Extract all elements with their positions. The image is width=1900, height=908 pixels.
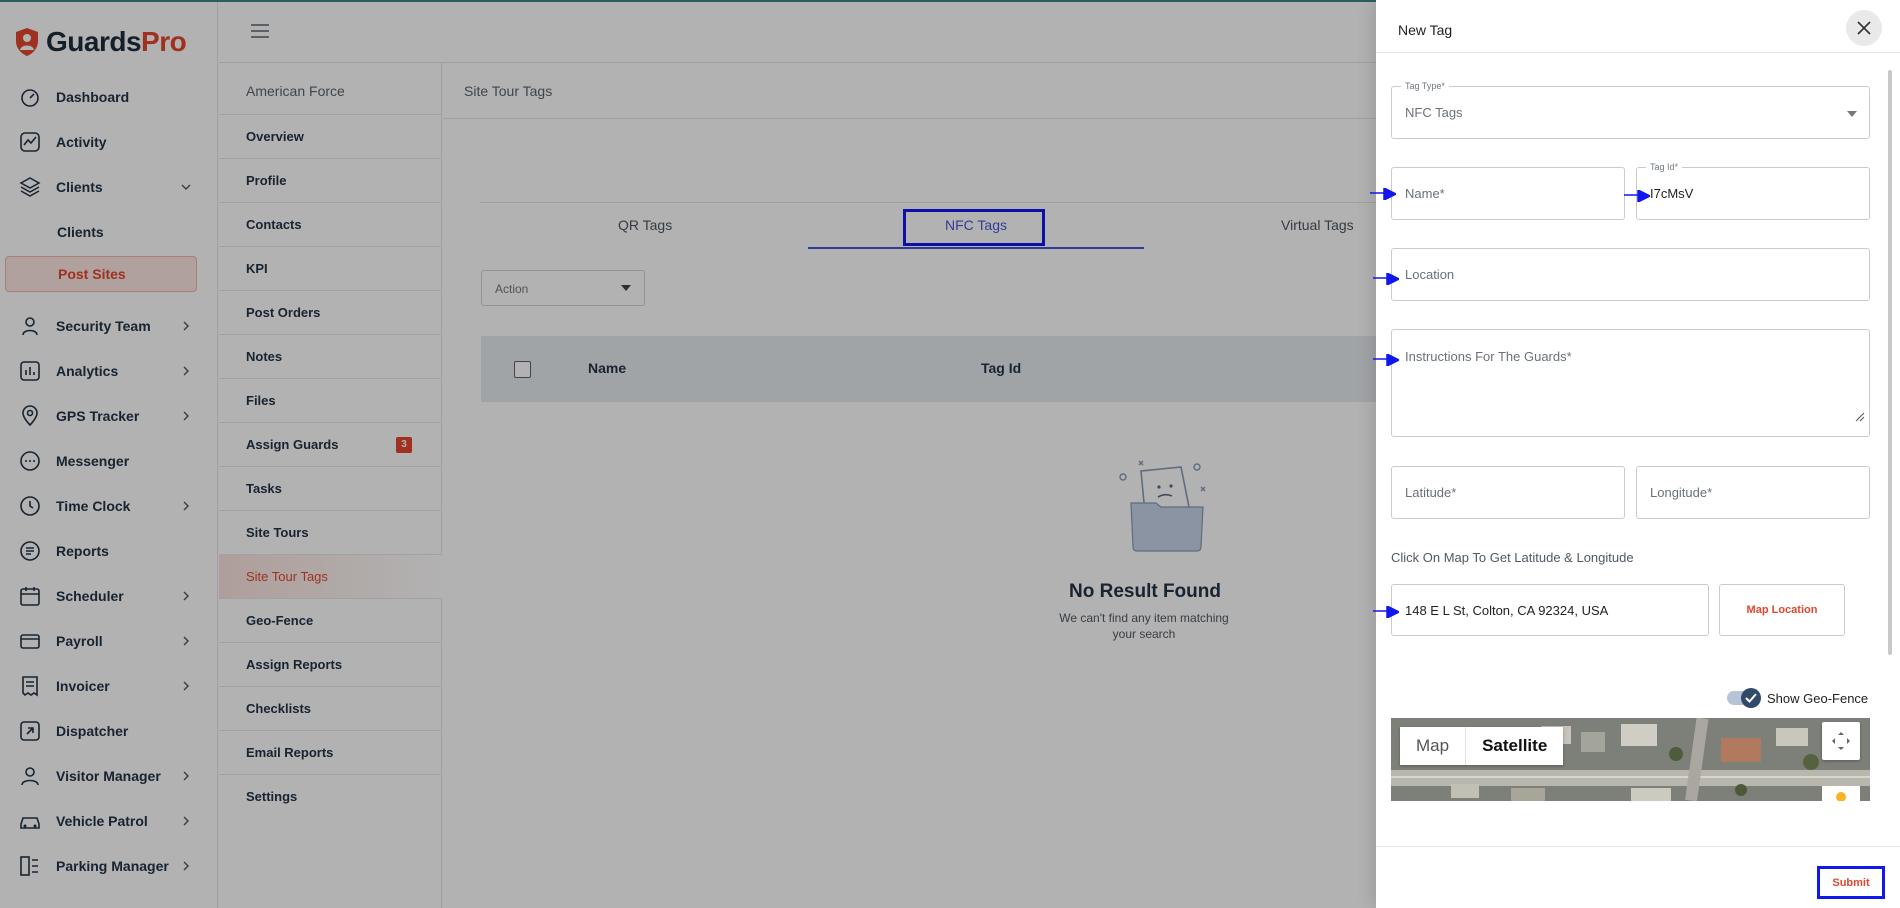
check-icon [1745,693,1757,703]
latitude-placeholder: Latitude* [1405,485,1457,500]
annotation-arrow-icon [1373,354,1399,366]
location-input[interactable]: Location [1391,248,1870,301]
longitude-placeholder: Longitude* [1650,485,1713,500]
toggle-switch[interactable] [1727,688,1761,708]
latitude-input[interactable]: Latitude* [1391,466,1625,519]
fullscreen-button[interactable] [1822,722,1860,760]
annotation-arrow-icon [1624,190,1650,202]
tag-id-label: Tag Id* [1646,162,1683,172]
toggle-knob [1741,688,1761,708]
instructions-textarea[interactable]: Instructions For The Guards* [1391,329,1870,437]
address-value: 148 E L St, Colton, CA 92324, USA [1405,603,1609,618]
tag-id-value: I7cMsV [1650,186,1694,201]
tag-type-value: NFC Tags [1405,105,1463,120]
show-geo-fence-toggle[interactable]: Show Geo-Fence [1727,688,1868,708]
divider [1376,52,1900,53]
annotation-arrow-icon [1373,606,1399,618]
map-location-button[interactable]: Map Location [1719,584,1845,636]
divider [1376,846,1900,847]
close-icon [1857,21,1871,35]
map-hint-text: Click On Map To Get Latitude & Longitude [1391,550,1634,565]
address-input[interactable]: 148 E L St, Colton, CA 92324, USA [1391,584,1709,636]
new-tag-drawer: New Tag Tag Type* NFC Tags Name* Tag Id*… [1370,0,1900,908]
street-view-pegman[interactable] [1822,786,1860,801]
caret-down-icon [1847,111,1857,117]
drawer-scrollbar[interactable] [1888,70,1892,655]
resize-handle-icon[interactable] [1855,412,1865,422]
submit-button[interactable]: Submit [1817,866,1885,899]
drawer-title: New Tag [1398,22,1453,38]
longitude-input[interactable]: Longitude* [1636,466,1870,519]
map-type-satellite[interactable]: Satellite [1465,727,1563,765]
fullscreen-icon [1832,732,1850,750]
location-placeholder: Location [1405,267,1455,282]
tag-type-label: Tag Type* [1401,81,1449,91]
tag-type-select[interactable]: Tag Type* NFC Tags [1391,81,1870,139]
tag-id-input[interactable]: Tag Id* I7cMsV [1636,162,1870,220]
annotation-arrow-icon [1373,273,1399,285]
map-view[interactable]: Map Satellite [1391,718,1870,801]
name-placeholder: Name* [1405,186,1445,201]
close-button[interactable] [1846,10,1882,46]
pegman-icon [1836,792,1846,801]
submit-label: Submit [1832,877,1870,889]
map-type-map[interactable]: Map [1400,727,1465,765]
map-type-control: Map Satellite [1400,727,1564,765]
annotation-arrow-icon [1370,188,1396,200]
name-input[interactable]: Name* [1391,167,1625,220]
map-location-label: Map Location [1746,604,1818,616]
show-geo-fence-label: Show Geo-Fence [1767,690,1869,706]
instructions-placeholder: Instructions For The Guards* [1405,349,1572,364]
